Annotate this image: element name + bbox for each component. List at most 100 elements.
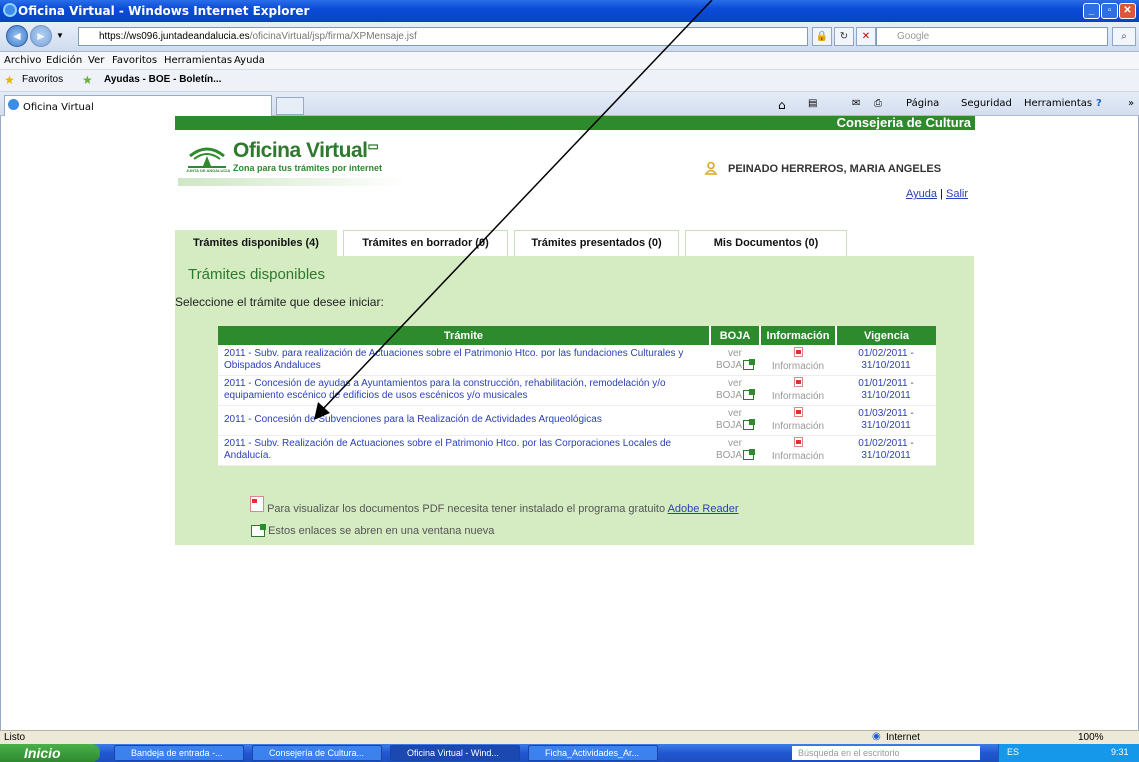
boja-link[interactable]: ver BOJA <box>710 345 760 376</box>
site-subtitle: Zona para tus trámites por internet <box>233 163 383 173</box>
print-icon[interactable]: ⎙ <box>874 98 882 109</box>
stop-icon[interactable]: ✕ <box>856 27 876 46</box>
security-menu[interactable]: Seguridad <box>961 98 1012 109</box>
add-favorite-icon[interactable]: ★ <box>82 73 93 87</box>
ie-tab-bar: Oficina Virtual ⌂ ▤ ✉ ⎙ Página Seguridad… <box>0 92 1139 116</box>
info-link[interactable]: Información <box>760 435 836 466</box>
boja-link[interactable]: ver BOJA <box>710 405 760 436</box>
zone-text: Internet <box>886 732 920 743</box>
header-tramite: Trámite <box>218 326 711 345</box>
menu-ayuda[interactable]: Ayuda <box>234 55 265 66</box>
tools-menu[interactable]: Herramientas <box>1024 98 1092 109</box>
status-bar: Listo ◉ Internet 100% <box>0 730 1139 744</box>
menu-edicion[interactable]: Edición <box>46 55 82 66</box>
fav-link-boe[interactable]: Ayudas - BOE - Boletín... <box>104 74 221 85</box>
search-icon[interactable]: ⌕ <box>1112 27 1136 46</box>
external-link-icon <box>743 389 756 401</box>
pdf-icon <box>793 437 803 447</box>
tab-tramites-disponibles[interactable]: Trámites disponibles (4) <box>175 230 337 258</box>
table-row: 2011 - Subv. Realización de Actuaciones … <box>218 435 936 466</box>
pdf-icon <box>793 377 803 387</box>
ie-tab-title: Oficina Virtual <box>23 102 94 113</box>
lock-icon[interactable]: 🔒 <box>812 27 832 46</box>
notes: Para visualizar los documentos PDF neces… <box>250 496 739 538</box>
info-link[interactable]: Información <box>760 405 836 436</box>
adobe-reader-link[interactable]: Adobe Reader <box>668 503 739 515</box>
vigencia-cell: 01/02/2011 -31/10/2011 <box>836 345 936 376</box>
tab-mis-documentos[interactable]: Mis Documentos (0) <box>685 230 847 256</box>
window-titlebar: Oficina Virtual - Windows Internet Explo… <box>0 0 1139 22</box>
maximize-button[interactable]: ▫ <box>1101 3 1118 19</box>
tab-tramites-borrador[interactable]: Trámites en borrador (0) <box>343 230 508 256</box>
help-icon[interactable]: ? <box>1096 98 1102 109</box>
user-name: PEINADO HERREROS, MARIA ANGELES <box>728 163 942 175</box>
star-icon: ★ <box>4 73 15 87</box>
start-button[interactable]: Inicio <box>0 744 100 762</box>
minimize-button[interactable]: _ <box>1083 3 1100 19</box>
external-note: Estos enlaces se abren en una ventana nu… <box>268 525 495 537</box>
boja-ver-text: ver <box>728 347 742 359</box>
menu-herramientas[interactable]: Herramientas <box>164 55 232 66</box>
forward-button[interactable]: ► <box>30 25 52 47</box>
address-input[interactable]: https://ws096.juntadeandalucia.es/oficin… <box>78 27 808 46</box>
ie-logo-icon <box>3 3 17 17</box>
taskbar-item[interactable]: Ficha_Actividades_Ar... <box>528 745 658 761</box>
boja-text: BOJA <box>715 359 743 371</box>
vigencia-cell: 01/03/2011 -31/10/2011 <box>836 405 936 436</box>
refresh-icon[interactable]: ↻ <box>834 27 854 46</box>
menu-favoritos[interactable]: Favoritos <box>112 55 157 66</box>
speech-bubble-icon: ▭ <box>367 139 379 153</box>
department-banner: Consejeria de Cultura <box>175 116 975 130</box>
tab-tramites-presentados[interactable]: Trámites presentados (0) <box>514 230 679 256</box>
search-input[interactable]: Google <box>876 27 1108 46</box>
menu-bar: Archivo Edición Ver Favoritos Herramient… <box>0 52 1139 70</box>
address-host: https://ws096.juntadeandalucia.es <box>99 31 250 42</box>
table-header-row: Trámite BOJA Información Vigencia <box>218 326 936 345</box>
header-links: Ayuda | Salir <box>906 188 968 200</box>
home-icon[interactable]: ⌂ <box>778 98 786 112</box>
header-vigencia: Vigencia <box>836 326 936 345</box>
desktop-search-input[interactable]: Búsqueda en el escritorio <box>792 746 980 760</box>
external-link-icon <box>251 524 266 538</box>
pdf-icon <box>793 346 803 357</box>
ie-tab-oficina[interactable]: Oficina Virtual <box>4 95 272 116</box>
taskbar-item[interactable]: Bandeja de entrada -... <box>114 745 244 761</box>
menu-ver[interactable]: Ver <box>88 55 104 66</box>
language-indicator[interactable]: ES <box>1007 747 1019 757</box>
mail-icon[interactable]: ✉ <box>852 98 860 109</box>
tramite-link[interactable]: 2011 - Concesión de ayudas a Ayuntamient… <box>218 375 710 406</box>
vigencia-cell: 01/02/2011 -31/10/2011 <box>836 435 936 466</box>
tramite-link[interactable]: 2011 - Subv. para realización de Actuaci… <box>218 345 710 376</box>
tramite-link[interactable]: 2011 - Concesión de Subvenciones para la… <box>218 405 710 436</box>
favorites-button[interactable]: Favoritos <box>22 74 63 85</box>
tramite-link[interactable]: 2011 - Subv. Realización de Actuaciones … <box>218 435 710 466</box>
boja-link[interactable]: ver BOJA <box>710 435 760 466</box>
external-link-icon <box>743 449 756 461</box>
taskbar: Inicio Bandeja de entrada -... Consejerí… <box>0 744 1139 762</box>
status-text: Listo <box>4 732 26 743</box>
header-informacion: Información <box>760 326 837 345</box>
feeds-icon[interactable]: ▤ <box>808 98 817 109</box>
close-button[interactable]: ✕ <box>1119 3 1136 19</box>
window-title: Oficina Virtual - Windows Internet Explo… <box>18 4 310 18</box>
history-dropdown-icon[interactable]: ▼ <box>56 31 64 40</box>
back-button[interactable]: ◄ <box>6 25 28 47</box>
link-separator: | <box>940 188 943 200</box>
user-icon <box>704 161 718 175</box>
taskbar-item[interactable]: Consejería de Cultura... <box>252 745 382 761</box>
address-path: /oficinaVirtual/jsp/firma/XPMensaje.jsf <box>249 31 417 42</box>
chevron-more-icon[interactable]: » <box>1128 98 1134 109</box>
taskbar-item-active[interactable]: Oficina Virtual - Wind... <box>390 745 520 761</box>
zoom-level[interactable]: 100% <box>1078 732 1104 743</box>
page-menu[interactable]: Página <box>906 98 939 109</box>
info-link[interactable]: Información <box>760 375 836 406</box>
external-link-icon <box>743 419 756 431</box>
logout-link[interactable]: Salir <box>946 188 968 200</box>
info-link[interactable]: Información <box>760 345 836 376</box>
panel-title: Trámites disponibles <box>188 266 325 283</box>
help-link[interactable]: Ayuda <box>906 188 937 200</box>
logo-underline <box>178 178 408 186</box>
boja-link[interactable]: ver BOJA <box>710 375 760 406</box>
menu-archivo[interactable]: Archivo <box>4 55 41 66</box>
new-tab-button[interactable] <box>276 97 304 115</box>
